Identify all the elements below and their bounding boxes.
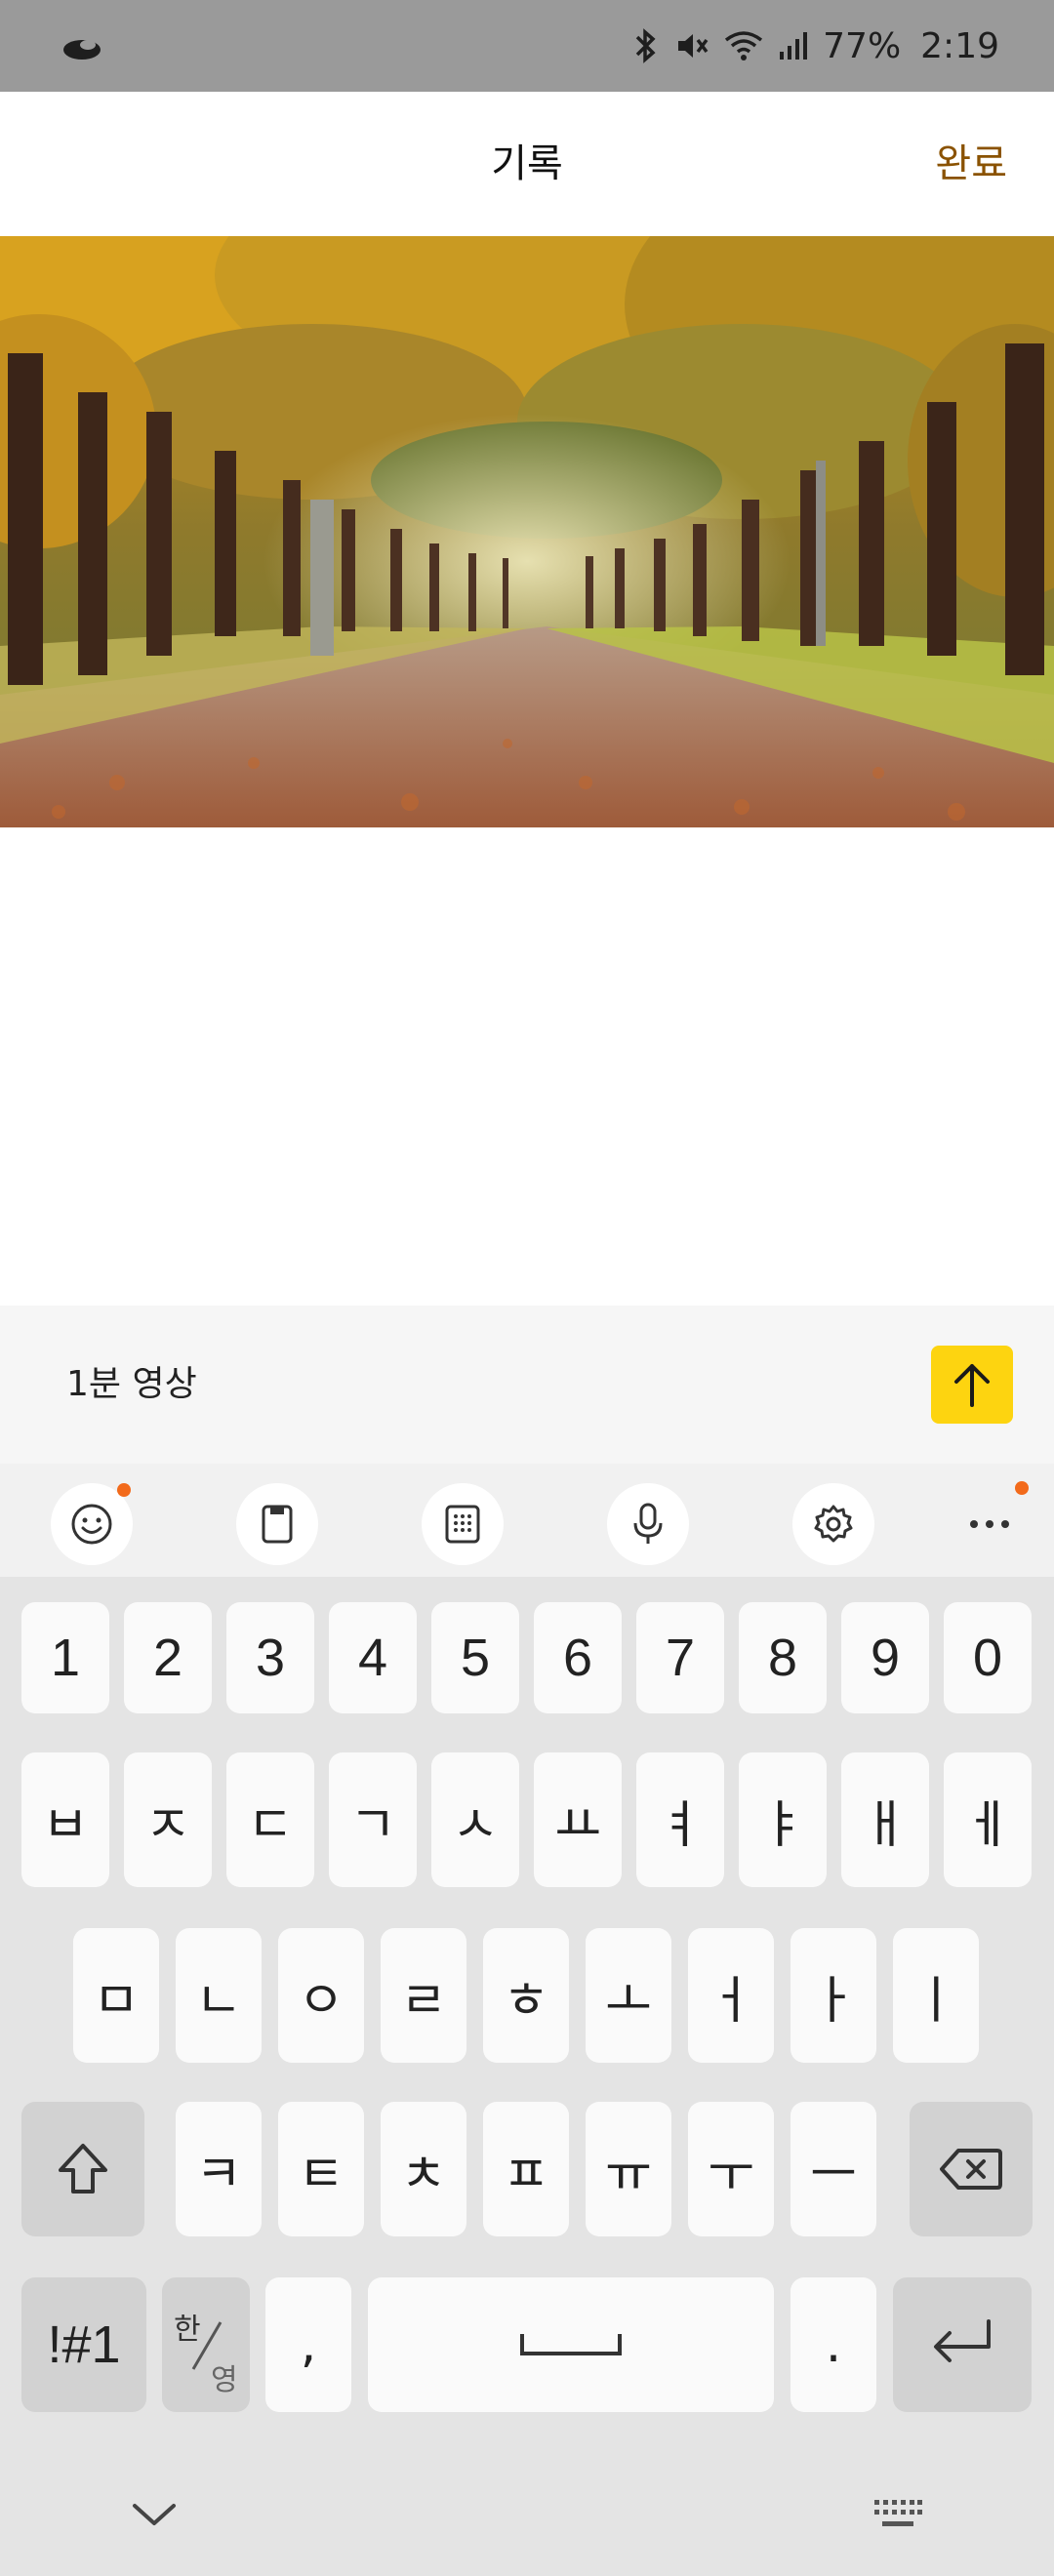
keypad-button[interactable]	[422, 1483, 504, 1565]
key-0[interactable]: 0	[944, 1602, 1032, 1713]
key-jieut[interactable]: ㅈ	[124, 1752, 212, 1887]
key-bieup[interactable]: ㅂ	[21, 1752, 109, 1887]
clipboard-button[interactable]	[236, 1483, 318, 1565]
status-time: 2:19	[920, 25, 999, 66]
key-3[interactable]: 3	[226, 1602, 314, 1713]
key-6[interactable]: 6	[534, 1602, 622, 1713]
key-hieut[interactable]: ㅎ	[483, 1928, 569, 2063]
page-title: 기록	[491, 141, 563, 186]
more-icon	[970, 1520, 1009, 1528]
keyboard-keys: 1 2 3 4 5 6 7 8 9 0 ㅂ ㅈ ㄷ ㄱ ㅅ ㅛ ㅕ ㅑ ㅐ ㅔ …	[0, 1577, 1054, 2576]
comma-key[interactable]: ,	[265, 2277, 351, 2412]
key-e[interactable]: ㅔ	[944, 1752, 1032, 1887]
keyboard: 1 2 3 4 5 6 7 8 9 0 ㅂ ㅈ ㄷ ㄱ ㅅ ㅛ ㅕ ㅑ ㅐ ㅔ …	[0, 1464, 1054, 2576]
emoji-icon	[71, 1504, 112, 1545]
key-ieung[interactable]: ㅇ	[278, 1928, 364, 2063]
space-icon	[520, 2334, 622, 2355]
key-5[interactable]: 5	[431, 1602, 519, 1713]
key-yu[interactable]: ㅠ	[586, 2102, 671, 2236]
key-tieut[interactable]: ㅌ	[278, 2102, 364, 2236]
language-key[interactable]: 한 영	[162, 2277, 250, 2412]
content-area[interactable]	[0, 827, 1054, 1306]
key-chieut[interactable]: ㅊ	[381, 2102, 466, 2236]
key-pieup[interactable]: ㅍ	[483, 2102, 569, 2236]
enter-icon	[934, 2319, 991, 2362]
key-a[interactable]: ㅏ	[790, 1928, 876, 2063]
caption-bar: 1분 영상	[0, 1306, 1054, 1464]
shift-icon	[59, 2144, 107, 2194]
settings-icon	[814, 1505, 853, 1543]
key-nieun[interactable]: ㄴ	[176, 1928, 262, 2063]
autumn-path-photo	[0, 236, 1054, 827]
voice-input-button[interactable]	[607, 1483, 689, 1565]
settings-button[interactable]	[792, 1483, 874, 1565]
bluetooth-icon	[635, 28, 656, 63]
backspace-icon	[940, 2149, 1002, 2190]
lang-secondary-label: 영	[211, 2363, 238, 2397]
key-u[interactable]: ㅜ	[688, 2102, 774, 2236]
key-siot[interactable]: ㅅ	[431, 1752, 519, 1887]
key-eu[interactable]: ㅡ	[790, 2102, 876, 2236]
notification-dot	[1015, 1481, 1029, 1495]
backspace-key[interactable]	[910, 2102, 1033, 2236]
clipboard-icon	[262, 1505, 293, 1544]
app-notification-icon	[63, 40, 101, 60]
key-2[interactable]: 2	[124, 1602, 212, 1713]
key-giyeok[interactable]: ㄱ	[329, 1752, 417, 1887]
enter-key[interactable]	[893, 2277, 1032, 2412]
keypad-icon	[445, 1505, 480, 1544]
done-button[interactable]: 완료	[935, 92, 1007, 236]
key-yo[interactable]: ㅛ	[534, 1752, 622, 1887]
send-button[interactable]	[931, 1346, 1013, 1424]
mute-icon	[678, 34, 709, 58]
period-key[interactable]: .	[790, 2277, 876, 2412]
status-bar: 77% 2:19	[0, 0, 1054, 92]
key-7[interactable]: 7	[636, 1602, 724, 1713]
hide-keyboard-icon[interactable]	[131, 2500, 178, 2529]
wifi-icon	[725, 31, 763, 60]
key-digeut[interactable]: ㄷ	[226, 1752, 314, 1887]
key-rieul[interactable]: ㄹ	[381, 1928, 466, 2063]
key-o[interactable]: ㅗ	[586, 1928, 671, 2063]
keyboard-switch-icon[interactable]	[872, 2498, 923, 2531]
signal-icon	[780, 32, 808, 60]
key-4[interactable]: 4	[329, 1602, 417, 1713]
key-ya[interactable]: ㅑ	[739, 1752, 827, 1887]
space-key[interactable]	[368, 2277, 774, 2412]
more-button[interactable]	[949, 1483, 1031, 1565]
notification-dot	[117, 1483, 131, 1497]
header: 기록 완료	[0, 92, 1054, 236]
arrow-up-icon	[954, 1364, 990, 1407]
key-1[interactable]: 1	[21, 1602, 109, 1713]
battery-percent: 77%	[823, 25, 902, 66]
attached-photo[interactable]	[0, 236, 1054, 827]
shift-key[interactable]	[21, 2102, 144, 2236]
key-yeo[interactable]: ㅕ	[636, 1752, 724, 1887]
key-mieum[interactable]: ㅁ	[73, 1928, 159, 2063]
key-8[interactable]: 8	[739, 1602, 827, 1713]
key-eo[interactable]: ㅓ	[688, 1928, 774, 2063]
key-ae[interactable]: ㅐ	[841, 1752, 929, 1887]
key-kieuk[interactable]: ㅋ	[176, 2102, 262, 2236]
key-i[interactable]: ㅣ	[893, 1928, 979, 2063]
microphone-icon	[633, 1503, 663, 1544]
caption-input[interactable]: 1분 영상	[66, 1306, 197, 1464]
symbols-key[interactable]: !#1	[21, 2277, 146, 2412]
keyboard-toolbar	[0, 1464, 1054, 1577]
key-9[interactable]: 9	[841, 1602, 929, 1713]
